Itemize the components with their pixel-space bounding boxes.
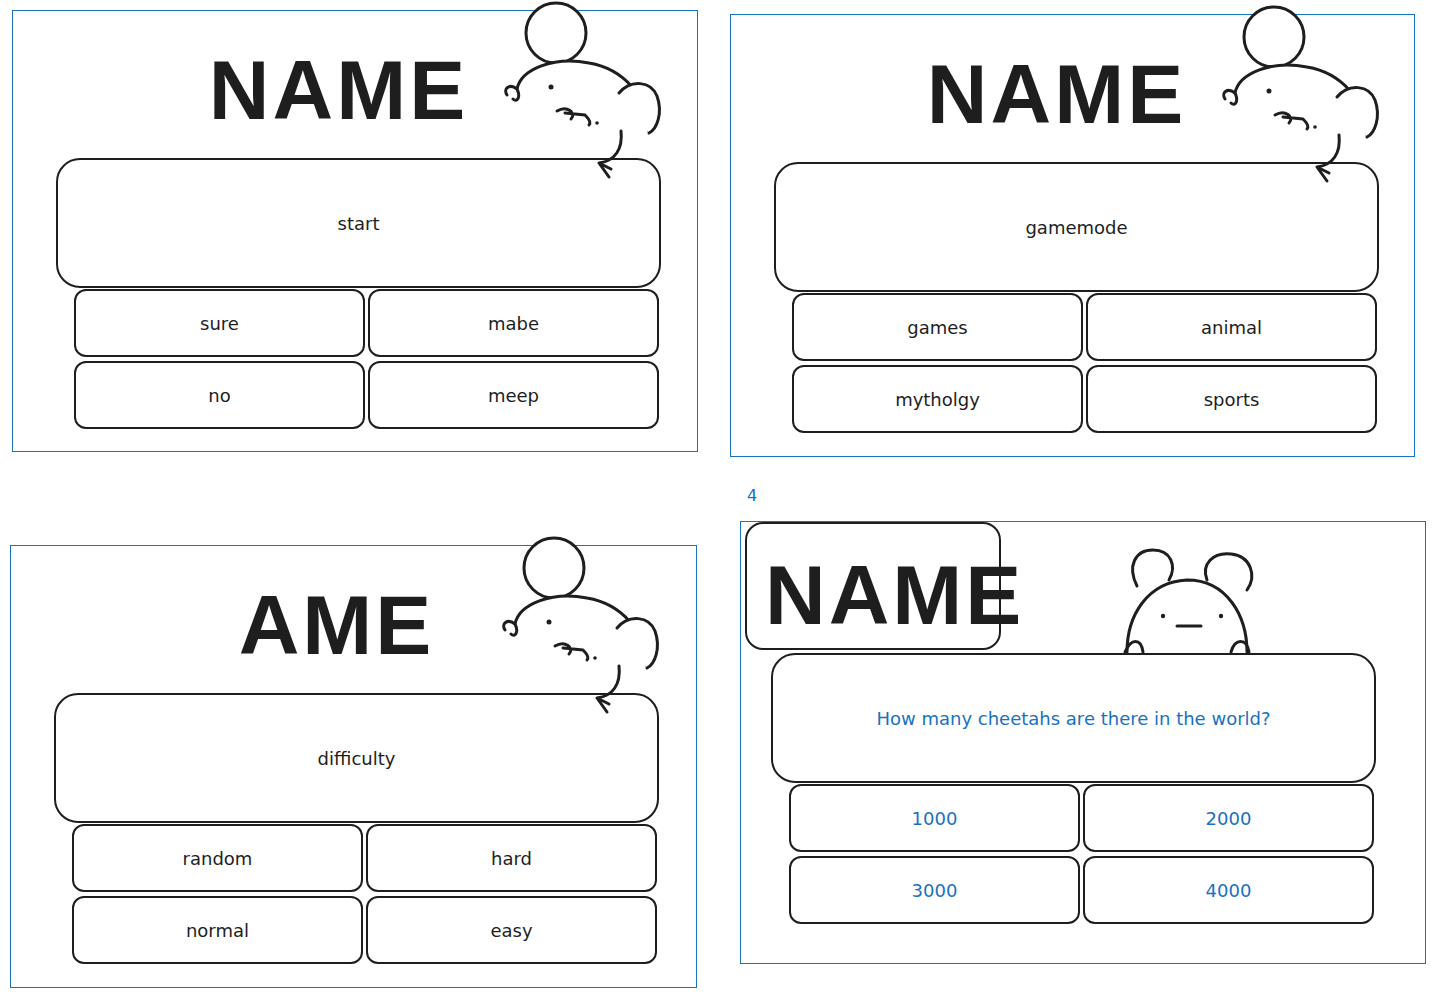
game-title: AME [239,583,475,667]
screen-header: NAME [745,522,1425,653]
game-title: NAME [765,553,1024,637]
option-button[interactable]: random [72,824,363,892]
option-button[interactable]: hard [366,824,657,892]
mouse-icon [1097,546,1272,656]
option-button[interactable]: mytholgy [792,365,1083,433]
option-button[interactable]: 4000 [1083,856,1374,924]
prompt-card: start [56,158,661,288]
prompt-card: gamemode [774,162,1379,292]
option-button[interactable]: mabe [368,289,659,357]
screen-frame: NAME gamemodegamesanimalmytholgysports [730,14,1415,457]
game-title: NAME [209,48,508,132]
mouse-icon [497,536,667,716]
option-button[interactable]: 2000 [1083,784,1374,852]
frame-label: 4 [747,486,757,505]
screen-frame: 4NAMEHow many cheetahs are there in the … [740,521,1426,964]
screen-frame: AME difficultyrandomhardnormaleasy [10,545,697,988]
option-button[interactable]: 3000 [789,856,1080,924]
option-grid: 1000200030004000 [789,784,1374,924]
option-grid: randomhardnormaleasy [72,824,657,964]
option-button[interactable]: no [74,361,365,429]
screen-frame: NAME startsuremabenomeep [12,10,698,452]
option-button[interactable]: sure [74,289,365,357]
game-title: NAME [927,52,1226,136]
option-button[interactable]: easy [366,896,657,964]
option-grid: suremabenomeep [74,289,659,429]
option-button[interactable]: meep [368,361,659,429]
option-button[interactable]: 1000 [789,784,1080,852]
prompt-card: difficulty [54,693,659,823]
option-button[interactable]: sports [1086,365,1377,433]
option-button[interactable]: animal [1086,293,1377,361]
title-box: NAME [745,522,1001,650]
canvas: NAME startsuremabenomeep NAME gamemodegames… [0,0,1436,997]
option-grid: gamesanimalmytholgysports [792,293,1377,433]
option-button[interactable]: games [792,293,1083,361]
prompt-card: How many cheetahs are there in the world… [771,653,1376,783]
mouse-icon [1217,5,1387,185]
option-button[interactable]: normal [72,896,363,964]
mouse-icon [499,1,669,181]
